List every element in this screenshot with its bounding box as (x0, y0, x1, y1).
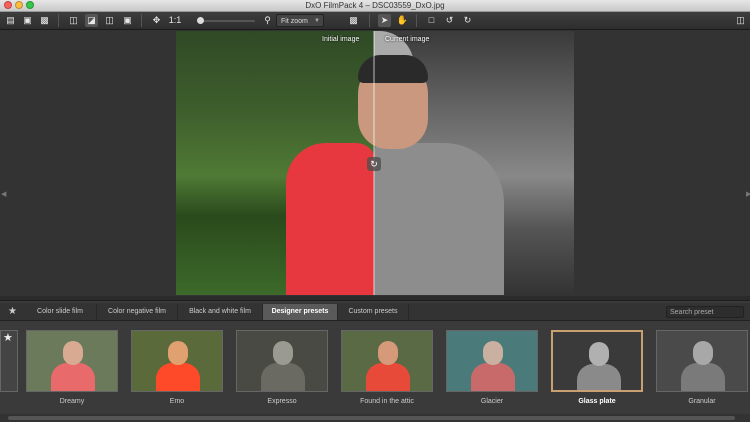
preset-thumb-image (446, 330, 538, 392)
preset-thumb[interactable]: Granular (652, 326, 750, 410)
preset-thumb-label: Expresso (267, 398, 297, 405)
preset-thumb-image (131, 330, 223, 392)
preset-thumb-face (273, 341, 293, 365)
initial-image (176, 31, 376, 295)
compare-icon[interactable]: ▣ (121, 14, 134, 27)
tab-black-and-white-film[interactable]: Black and white film (178, 304, 263, 320)
preset-thumb-face (693, 341, 713, 365)
preset-thumb-face (168, 341, 188, 365)
preset-thumb-face (483, 341, 503, 365)
star-icon: ★ (3, 332, 13, 344)
current-image-label: Current image (385, 36, 430, 43)
zoom-select[interactable]: Fit zoom ▼ (276, 14, 324, 27)
right-panel-arrow-icon[interactable]: ▶ (746, 190, 750, 198)
initial-image-label: Initial image (322, 36, 360, 43)
toolbar: ▤ ▣ ▩ ◫ ◪ ◫ ▣ ✥ 1:1 ⚲ Fit zoom ▼ ▩ ➤ ✋ □ … (0, 12, 750, 30)
split-view-icon[interactable]: ◪ (85, 14, 98, 27)
preset-thumb-subject (261, 363, 305, 391)
preset-thumb[interactable]: Emo (127, 326, 227, 410)
preset-thumb[interactable]: Glacier (442, 326, 542, 410)
tab-designer-presets[interactable]: Designer presets (263, 304, 338, 320)
zoom-select-value: Fit zoom (281, 18, 308, 25)
tab-color-slide-film[interactable]: Color slide film (24, 304, 97, 320)
preview-image[interactable]: ↻ Initial image Current image (176, 31, 574, 295)
chevron-down-icon: ▼ (314, 18, 320, 24)
preset-thumb-subject (471, 363, 515, 391)
side-by-side-icon[interactable]: ◫ (103, 14, 116, 27)
preset-thumb-subject (156, 363, 200, 391)
preset-thumb[interactable]: Glass plate (547, 326, 647, 410)
window-title: DxO FilmPack 4 – DSC03559_DxO.jpg (305, 1, 445, 10)
tab-color-negative-film[interactable]: Color negative film (97, 304, 178, 320)
single-view-icon[interactable]: ◫ (67, 14, 80, 27)
preset-thumb[interactable]: Dreamy (22, 326, 122, 410)
toolbar-separator (141, 14, 142, 27)
preset-thumb-label: Found in the attic (360, 398, 414, 405)
preset-thumb-image (551, 330, 643, 392)
toolbar-separator (58, 14, 59, 27)
crop-icon[interactable]: □ (425, 14, 438, 27)
preset-thumb-label: Glacier (480, 398, 504, 405)
zoom-slider-knob[interactable] (197, 17, 204, 24)
hand-icon[interactable]: ✋ (396, 14, 409, 27)
folder-icon[interactable]: ▤ (4, 14, 17, 27)
tab-custom-presets[interactable]: Custom presets (338, 304, 409, 320)
preset-thumb-subject (681, 363, 725, 391)
panel-toggle-icon[interactable]: ◫ (734, 14, 747, 27)
pointer-icon[interactable]: ➤ (378, 14, 391, 27)
preset-thumb-image (341, 330, 433, 392)
swap-icon[interactable]: ↻ (367, 157, 381, 171)
preset-thumb-face (378, 341, 398, 365)
preset-thumb-subject (366, 363, 410, 391)
left-panel-arrow-icon[interactable]: ◀ (1, 190, 6, 198)
toolbar-separator (369, 14, 370, 27)
current-subject (374, 143, 504, 295)
display-icon[interactable]: ▩ (347, 14, 360, 27)
search-preset-input[interactable]: Search preset (666, 306, 744, 318)
preset-scrollbar-thumb[interactable] (8, 416, 735, 420)
preset-thumb-label: Emo (169, 398, 185, 405)
preset-tabs: ★ Color slide film Color negative film B… (0, 303, 750, 321)
preset-thumb-face (589, 342, 609, 366)
rotate-left-icon[interactable]: ↺ (443, 14, 456, 27)
preset-thumb-label: Granular (688, 398, 716, 405)
zoom-slider[interactable] (197, 17, 255, 24)
preset-thumb-image (26, 330, 118, 392)
title-bar: DxO FilmPack 4 – DSC03559_DxO.jpg (0, 0, 750, 12)
toolbar-separator (416, 14, 417, 27)
rotate-right-icon[interactable]: ↻ (461, 14, 474, 27)
save-icon[interactable]: ▣ (21, 14, 34, 27)
preset-thumb[interactable]: Found in the attic (337, 326, 437, 410)
subject-hair (358, 55, 428, 83)
preset-strip: ★ Dreamy Emo Expresso Found in the attic Gla… (0, 322, 750, 414)
preset-thumb-face (63, 341, 83, 365)
preset-panel: ★ Color slide film Color negative film B… (0, 300, 750, 422)
favorites-thumb[interactable]: ★ (0, 330, 18, 392)
preset-thumb-subject (577, 364, 621, 390)
zoom-ratio-button[interactable]: 1:1 (168, 14, 182, 27)
preset-thumb-image (656, 330, 748, 392)
zoom-icon[interactable]: ⚲ (261, 14, 274, 27)
favorites-star-icon[interactable]: ★ (8, 306, 17, 317)
initial-subject (286, 143, 376, 295)
preset-thumb-image (236, 330, 328, 392)
print-icon[interactable]: ▩ (38, 14, 51, 27)
preset-thumb[interactable]: Expresso (232, 326, 332, 410)
move-icon[interactable]: ✥ (150, 14, 163, 27)
preset-thumb-label: Glass plate (578, 398, 616, 405)
preset-thumb-label: Dreamy (59, 398, 85, 405)
preset-thumb-subject (51, 363, 95, 391)
